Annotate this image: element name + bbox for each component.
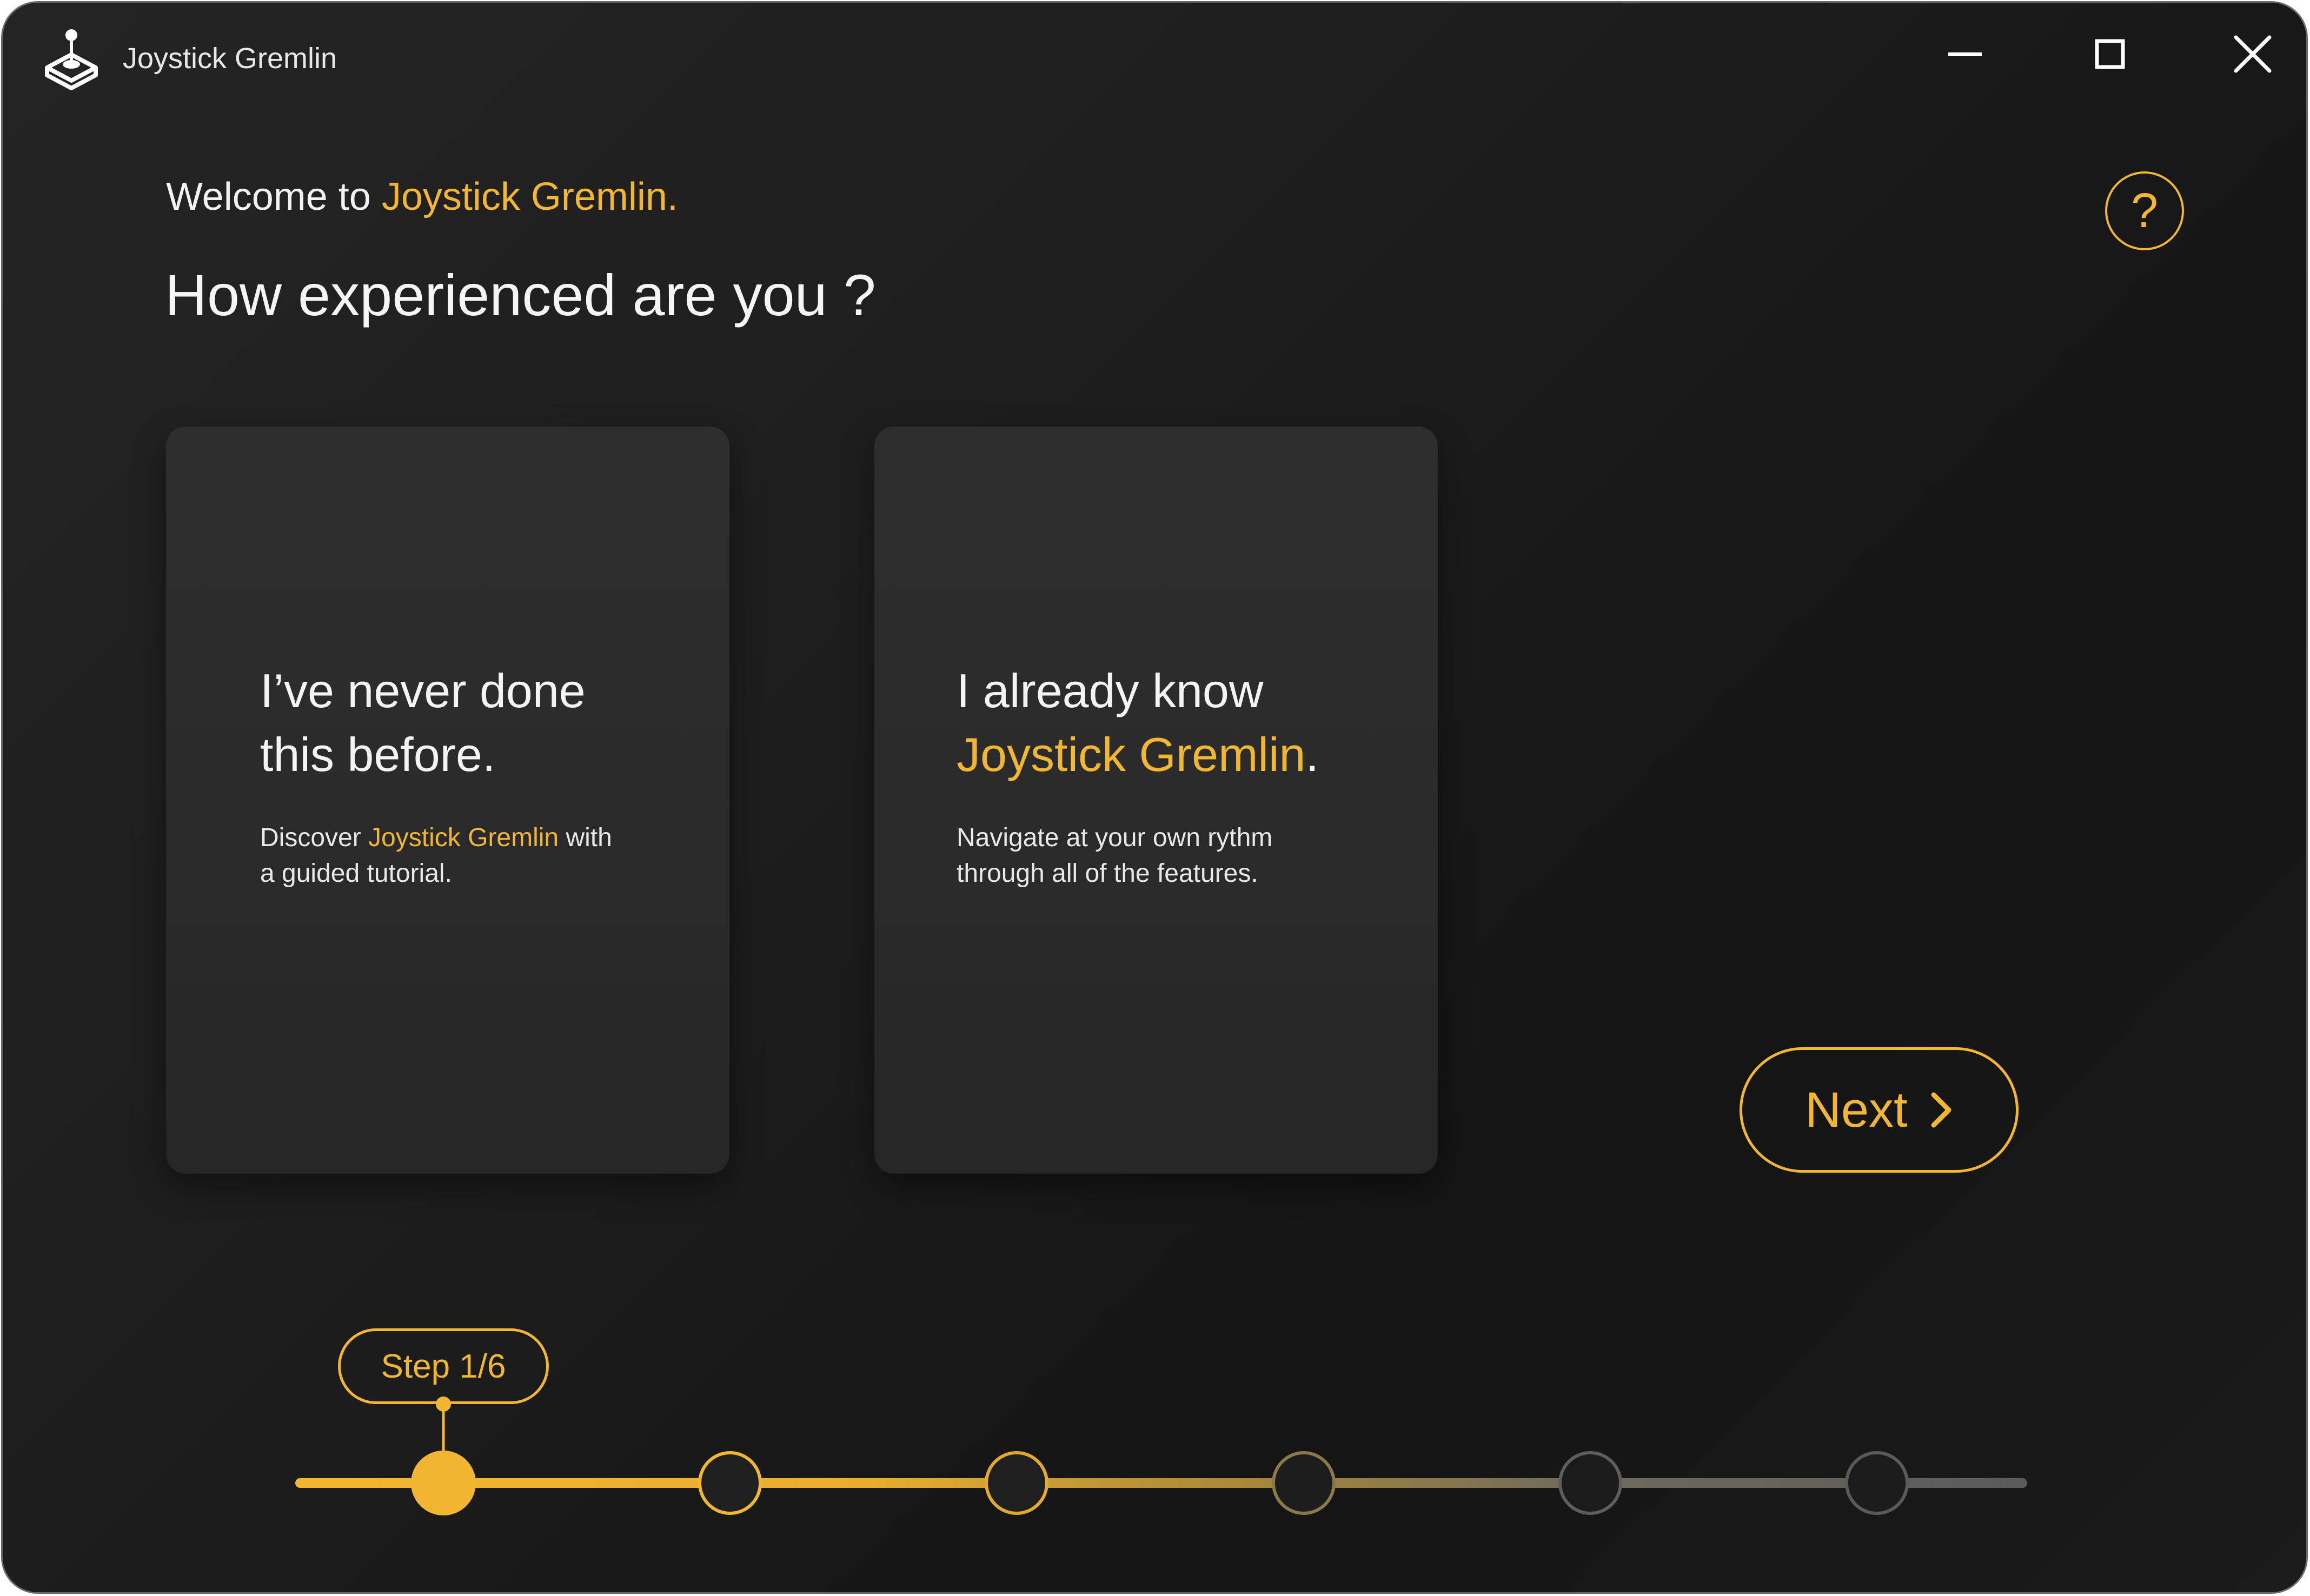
close-button[interactable] (2228, 30, 2277, 78)
step-node (1558, 1451, 1622, 1515)
welcome-app-name: Joystick Gremlin. (381, 175, 678, 218)
beginner-option-card[interactable]: I’ve never done this before. Discover Jo… (166, 427, 729, 1174)
card-title-app-name: Joystick Gremlin (957, 728, 1306, 781)
step-node (1272, 1451, 1336, 1515)
maximize-icon (2095, 39, 2125, 69)
step-node-current (411, 1451, 476, 1515)
step-node (698, 1451, 762, 1515)
card-description: Discover Joystick Gremlin with a guided … (260, 820, 703, 892)
welcome-prefix: Welcome to (166, 175, 382, 218)
page-title: How experienced are you ? (165, 262, 876, 328)
card-title: I’ve never done this before. (260, 659, 703, 787)
next-button-label: Next (1805, 1082, 1908, 1138)
joystick-icon (45, 29, 98, 90)
card-description: Navigate at your own rythm through all o… (957, 820, 1400, 892)
chevron-right-icon (1931, 1092, 1951, 1128)
help-button[interactable]: ? (2105, 171, 2184, 250)
step-badge: Step 1/6 (338, 1328, 549, 1404)
card-title-line1: I already know (957, 664, 1264, 717)
card-title-line1: I’ve never done (260, 664, 586, 717)
window-title: Joystick Gremlin (123, 42, 337, 75)
card-desc-line2: a guided tutorial. (260, 859, 452, 888)
minimize-icon (1948, 52, 1982, 56)
close-icon (2234, 35, 2272, 73)
welcome-text: Welcome to Joystick Gremlin. (166, 175, 678, 219)
title-bar[interactable]: Joystick Gremlin (3, 3, 2306, 122)
app-window: Joystick Gremlin Welcome to Joystick Gre… (1, 1, 2308, 1594)
maximize-button[interactable] (2086, 30, 2134, 78)
card-desc-line2: through all of the features. (957, 859, 1258, 888)
card-title-line2: this before. (260, 728, 496, 781)
card-title: I already know Joystick Gremlin. (957, 659, 1400, 787)
step-node (985, 1451, 1048, 1515)
step-node (1845, 1451, 1909, 1515)
card-desc-prefix: Discover (260, 823, 369, 852)
next-button[interactable]: Next (1740, 1047, 2019, 1173)
card-title-suffix: . (1305, 728, 1319, 781)
card-desc-mid: with (559, 823, 612, 852)
experienced-option-card[interactable]: I already know Joystick Gremlin. Navigat… (874, 427, 1438, 1174)
card-desc-app-name: Joystick Gremlin (368, 823, 559, 852)
card-desc-line1: Navigate at your own rythm (957, 823, 1273, 852)
minimize-button[interactable] (1941, 30, 1989, 78)
